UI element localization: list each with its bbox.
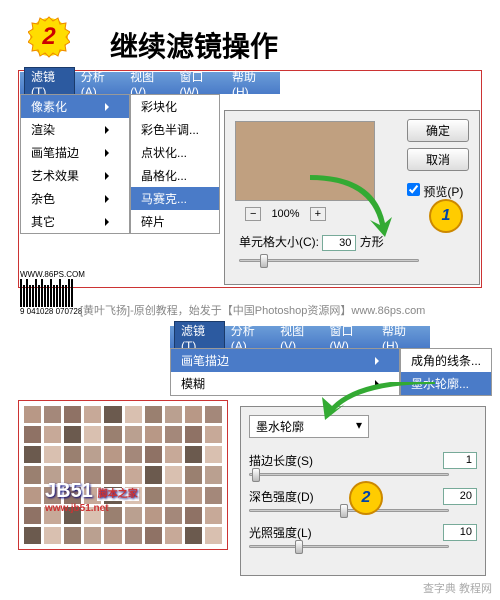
menu-help[interactable]: 帮助(H) (226, 68, 276, 99)
green-arrow-icon (300, 175, 400, 245)
filter-dropdown-1: 像素化 渲染 画笔描边 艺术效果 杂色 其它 (20, 94, 130, 234)
barcode: WWW.86PS.COM 9 041028 070728 (20, 270, 85, 316)
sub-facet[interactable]: 彩块化 (131, 95, 219, 118)
step-2-marker: 2 (351, 483, 381, 513)
menu-brushstrokes[interactable]: 画笔描边 (21, 141, 129, 164)
step-1-marker: 1 (431, 201, 461, 231)
jb51-logo: JB51 脚本之家 www.jb51.net (45, 480, 139, 514)
menu-noise[interactable]: 杂色 (21, 187, 129, 210)
sub-angled[interactable]: 成角的线条... (401, 349, 491, 372)
dark-intensity-slider[interactable] (249, 509, 449, 512)
sub-mosaic[interactable]: 马赛克... (131, 187, 219, 210)
mosaic-preview (23, 405, 223, 545)
chevron-right-icon (375, 357, 379, 365)
chevron-right-icon (105, 195, 109, 203)
dark-intensity-input[interactable]: 20 (443, 488, 477, 505)
menu-pixelate[interactable]: 像素化 (21, 95, 129, 118)
cancel-button[interactable]: 取消 (407, 148, 469, 171)
light-intensity-slider[interactable] (249, 545, 449, 548)
stroke-length-slider[interactable] (249, 473, 449, 476)
chevron-right-icon (105, 172, 109, 180)
menu-render[interactable]: 渲染 (21, 118, 129, 141)
menu-artistic[interactable]: 艺术效果 (21, 164, 129, 187)
zoom-out-icon[interactable]: − (245, 207, 261, 221)
ok-button[interactable]: 确定 (407, 119, 469, 142)
pixelate-submenu: 彩块化 彩色半调... 点状化... 晶格化... 马赛克... 碎片 (130, 94, 220, 234)
step-2-badge: 2 (30, 18, 68, 56)
stroke-length-label: 描边长度(S) (249, 452, 313, 469)
menu-other[interactable]: 其它 (21, 210, 129, 233)
ink-outlines-dialog: 墨水轮廓▾ 描边长度(S)1 深色强度(D)20 光照强度(L)10 2 (240, 406, 486, 576)
credit-text: [黄叶飞扬]-原创教程，始发于【中国Photoshop资源网】www.86ps.… (80, 302, 425, 318)
watermark: 查字典 教程网 (423, 580, 492, 596)
sub-halftone[interactable]: 彩色半调... (131, 118, 219, 141)
light-intensity-input[interactable]: 10 (443, 524, 477, 541)
chevron-right-icon (105, 149, 109, 157)
light-intensity-label: 光照强度(L) (249, 524, 312, 541)
preview-checkbox[interactable] (407, 183, 420, 196)
chevron-right-icon (105, 126, 109, 134)
zoom-level: 100% (271, 208, 299, 220)
menubar-2: 滤镜(T) 分析(A) 视图(V) 窗口(W) 帮助(H) (170, 326, 430, 348)
stroke-length-input[interactable]: 1 (443, 452, 477, 469)
chevron-right-icon (105, 103, 109, 111)
menubar-1: 滤镜(T) 分析(A) 视图(V) 窗口(W) 帮助(H) (20, 72, 280, 94)
page-title: 继续滤镜操作 (110, 25, 278, 65)
sub-fragment[interactable]: 碎片 (131, 210, 219, 233)
dark-intensity-label: 深色强度(D) (249, 488, 314, 505)
sub-crystallize[interactable]: 晶格化... (131, 164, 219, 187)
sub-pointillize[interactable]: 点状化... (131, 141, 219, 164)
cell-size-slider[interactable] (239, 259, 419, 262)
green-arrow-icon-2 (320, 382, 440, 422)
chevron-right-icon (105, 218, 109, 226)
menu-brushstrokes-2[interactable]: 画笔描边 (171, 349, 399, 372)
